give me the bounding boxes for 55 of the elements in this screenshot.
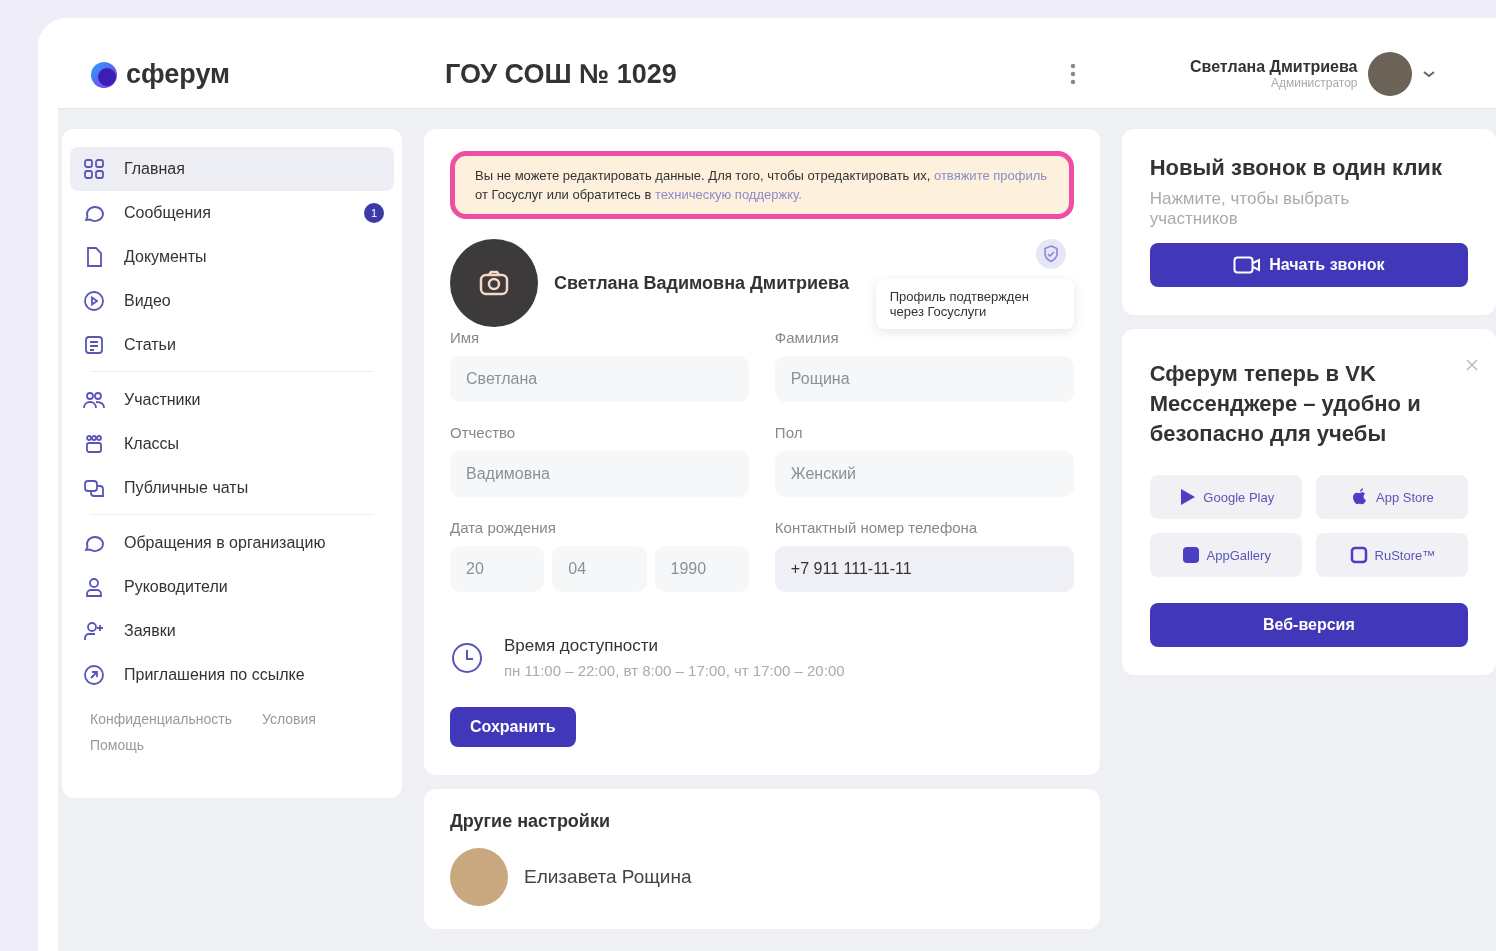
availability-title: Время доступности [504, 636, 660, 656]
sidebar-item[interactable]: Приглашения по ссылке [70, 653, 394, 697]
full-name: Светлана Вадимовна Дмитриева [554, 272, 849, 294]
store-button[interactable]: AppGallery [1149, 533, 1302, 577]
avatar-placeholder [450, 848, 508, 906]
card-subtitle: Нажмите, чтобы выбрать участников [1149, 189, 1351, 229]
store-button[interactable]: RuStore™ [1315, 533, 1468, 577]
tooltip: Профиль подтвержден через Госуслуги [875, 279, 1074, 329]
field-label: Пол [774, 424, 804, 441]
sidebar-item[interactable]: Участники [70, 378, 394, 422]
sidebar-item[interactable]: Статьи [70, 323, 394, 367]
sidebar-item[interactable]: Публичные чаты [70, 466, 394, 510]
organization-title: ГОУ СОШ № 1029 [445, 58, 678, 90]
field-label: Дата рождения [450, 519, 557, 536]
field-label: Контактный номер телефона [774, 519, 979, 536]
clock-icon [450, 640, 484, 675]
phone-input-field[interactable]: +7 911 111-11-11 [774, 546, 1074, 592]
chevron-down-icon[interactable] [1421, 69, 1436, 79]
sidebar-item[interactable]: Классы [70, 422, 394, 466]
sidebar-item[interactable]: Обращения в организацию [70, 521, 394, 565]
person-name: Елизавета Рощина [524, 866, 692, 888]
sidebar-item[interactable]: Видео [70, 279, 394, 323]
sidebar-item[interactable]: Руководители [70, 565, 394, 609]
shield-check-icon[interactable] [1035, 239, 1066, 269]
field-label: Имя [450, 329, 481, 346]
square-icon [1348, 545, 1369, 565]
sidebar-item[interactable]: Документы [70, 235, 394, 279]
field-label: Фамилия [774, 329, 840, 346]
availability-hours: пн 11:00 – 22:00, вт 8:00 – 17:00, чт 17:00 – 20:00 [504, 662, 845, 679]
user-role: Администратор [1270, 76, 1358, 90]
store-button[interactable]: Google Play [1149, 475, 1302, 519]
camera-icon [479, 270, 509, 296]
personplus-icon [82, 619, 106, 643]
card-title: Новый звонок в один клик [1149, 155, 1443, 181]
field-label: Отчество [450, 424, 517, 441]
logo-text: сферум [126, 58, 231, 90]
web-version-button[interactable]: Веб-версия [1149, 603, 1468, 647]
card-title: Сферум теперь в VK Мессенджере – удобно и безопасно для учебы [1149, 360, 1422, 448]
sidebar-item[interactable]: Сообщения 1 [70, 191, 394, 235]
more-icon[interactable] [1070, 63, 1076, 85]
section-title: Другие настройки [450, 811, 610, 831]
play-icon [82, 289, 106, 313]
video-camera-icon [1233, 256, 1262, 274]
unread-count-badge: 1 [364, 203, 384, 223]
save-button[interactable]: Сохранить [450, 707, 576, 747]
grid-icon [82, 157, 106, 181]
avatar-placeholder[interactable] [1367, 52, 1412, 96]
alert-text: от Госуслуг или обратитесь в [475, 187, 652, 202]
alert-text: Вы не можете редактировать данные. Для того, чтобы отредактировать их, [475, 168, 931, 183]
store-button[interactable]: App Store [1315, 475, 1468, 519]
start-call-button[interactable]: Начать звонок [1149, 243, 1468, 287]
user-name: Светлана Дмитриева [1190, 58, 1358, 76]
article-icon [82, 333, 106, 357]
sidebar-item[interactable]: Главная [70, 147, 394, 191]
sidebar-item[interactable]: Заявки [70, 609, 394, 653]
